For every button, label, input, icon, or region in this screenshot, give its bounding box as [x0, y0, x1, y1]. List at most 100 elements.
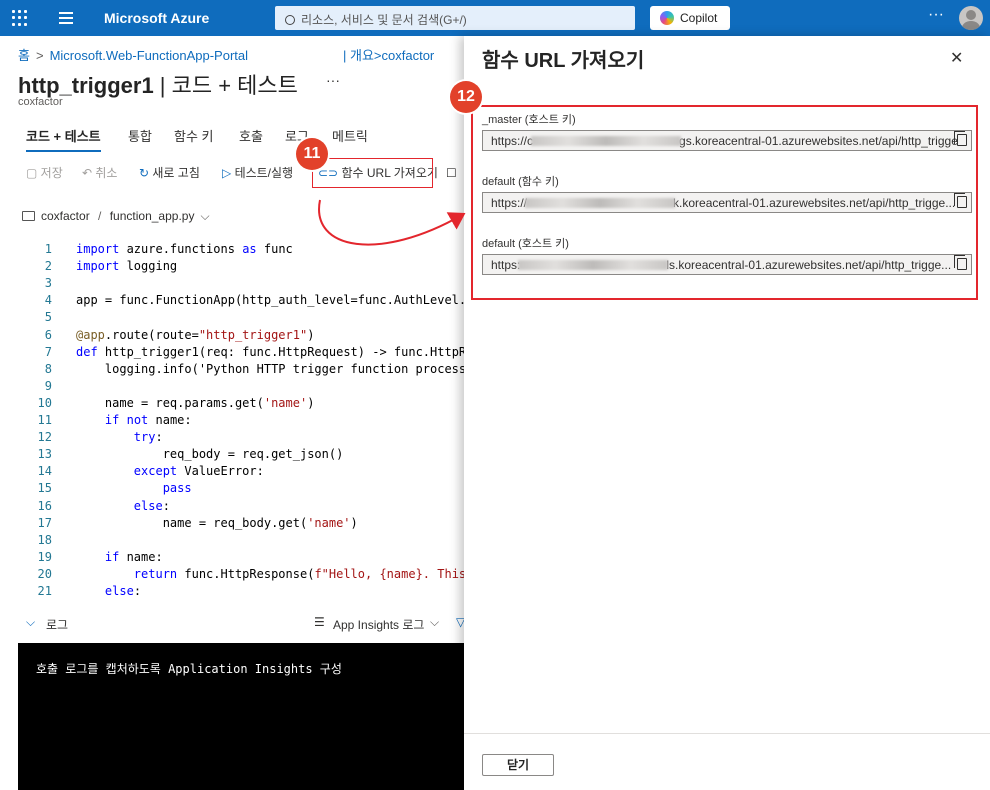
copy-icon[interactable]: [954, 131, 967, 146]
code-text: if name:: [104, 549, 163, 564]
line-number: 12: [37, 430, 52, 445]
tab-code-test[interactable]: 코드 + 테스트: [26, 126, 101, 152]
line-number: 15: [37, 481, 52, 496]
code-text: import logging: [76, 259, 178, 274]
more-options-icon[interactable]: ···: [928, 6, 944, 24]
code-line: 11 if not name:: [18, 413, 464, 430]
chevron-down-icon[interactable]: ⌵: [430, 615, 439, 630]
line-number: 16: [37, 498, 52, 513]
code-line: 14 except ValueError:: [18, 464, 464, 481]
line-number: 3: [44, 276, 52, 291]
chevron-down-icon[interactable]: ⌵: [200, 209, 209, 223]
file-path: coxfactor / function_app.py ⌵: [22, 209, 210, 224]
log-output: 호출 로그를 캡처하도록 Application Insights 구성: [18, 643, 464, 790]
tab-function-keys[interactable]: 함수 키: [174, 126, 214, 145]
line-number: 7: [44, 344, 52, 359]
more-options-icon[interactable]: ···: [326, 72, 340, 88]
refresh-icon: ↻: [139, 166, 153, 180]
code-text: else:: [104, 584, 142, 598]
code-text: try:: [133, 430, 163, 445]
code-line: 5: [18, 310, 464, 327]
file-selector[interactable]: function_app.py: [110, 209, 195, 223]
search-input[interactable]: 리소스, 서비스 및 문서 검색(G+/): [275, 6, 635, 30]
tab-invocation[interactable]: 호출: [239, 126, 263, 145]
copy-icon[interactable]: [954, 255, 967, 270]
code-text: name = req.params.get('name'): [76, 395, 315, 410]
code-line: 10 name = req.params.get('name'): [18, 396, 464, 413]
code-line: 15 pass: [18, 481, 464, 498]
save-button[interactable]: ▢ 저장: [26, 164, 63, 184]
line-number: 17: [37, 515, 52, 530]
url-field-default-host[interactable]: https: ls.koreacentral-01.azurewebsites.n…: [482, 254, 972, 275]
code-text: name = req_body.get('name'): [76, 515, 358, 530]
document-icon: ☰: [314, 615, 325, 629]
tab-integration[interactable]: 통합: [128, 126, 152, 145]
code-text: req_body = req.get_json(): [76, 447, 344, 462]
play-icon: ▷: [222, 166, 235, 180]
page-subtitle: coxfactor: [18, 96, 63, 108]
breadcrumb-home[interactable]: 홈: [18, 48, 30, 63]
close-button[interactable]: 닫기: [482, 754, 554, 776]
step-badge-12: 12: [450, 81, 482, 113]
code-text: else:: [133, 498, 170, 513]
close-icon[interactable]: ✕: [950, 48, 963, 68]
hamburger-menu-icon[interactable]: [59, 12, 73, 24]
breadcrumb-secondary: | 개요>coxfactor: [343, 45, 434, 64]
log-header: ⌵ 로그 ☰ App Insights 로그 ⌵ ▽: [18, 614, 465, 636]
step-badge-11: 11: [296, 138, 328, 170]
code-line: 17 name = req_body.get('name'): [18, 516, 464, 533]
breadcrumb-item[interactable]: coxfactor: [382, 48, 435, 63]
line-number: 6: [44, 327, 52, 342]
code-line: 13 req_body = req.get_json(): [18, 447, 464, 464]
breadcrumb-overview[interactable]: | 개요: [343, 48, 374, 63]
copy-icon[interactable]: [954, 193, 967, 208]
code-text: if not name:: [104, 413, 192, 427]
top-bar: Microsoft Azure 리소스, 서비스 및 문서 검색(G+/) Co…: [0, 0, 990, 36]
line-number: 11: [37, 413, 52, 427]
log-toggle[interactable]: 로그: [46, 616, 68, 633]
line-number: 19: [37, 549, 52, 564]
tab-metrics[interactable]: 메트릭: [332, 126, 368, 145]
folder-name[interactable]: coxfactor: [41, 209, 90, 223]
line-number: 2: [44, 259, 52, 274]
app-launcher-icon[interactable]: [12, 10, 28, 26]
code-text: logging.info('Python HTTP trigger functi…: [76, 361, 464, 376]
code-editor[interactable]: 1 import azure.functions as func 2 import l…: [18, 242, 464, 604]
refresh-button[interactable]: ↻ 새로 고침: [139, 164, 200, 184]
line-number: 13: [37, 447, 52, 462]
code-line: 4 app = func.FunctionApp(http_auth_level=…: [18, 293, 464, 310]
url-label-default-function: default (함수 키): [482, 176, 559, 188]
save-icon: ▢: [26, 166, 41, 180]
get-url-highlight: [312, 158, 433, 188]
copilot-button[interactable]: Copilot: [650, 6, 730, 30]
code-text: return func.HttpResponse(f"Hello, {name}…: [133, 566, 464, 581]
line-number: 14: [37, 464, 52, 479]
url-field-master[interactable]: https://c gs.koreacentral-01.azurewebsite…: [482, 130, 972, 151]
chevron-down-icon[interactable]: ⌵: [26, 615, 35, 630]
overflow-checkbox-icon[interactable]: ☐: [446, 164, 457, 184]
line-number: 21: [37, 584, 52, 598]
avatar[interactable]: [959, 6, 983, 30]
brand-title[interactable]: Microsoft Azure: [104, 10, 209, 26]
chevron-right-icon: >: [35, 48, 44, 63]
function-url-panel: 함수 URL 가져오기 ✕ _master (호스트 키) https://c g…: [464, 36, 990, 790]
app-insights-dropdown[interactable]: App Insights 로그: [333, 616, 424, 633]
breadcrumb-item[interactable]: Microsoft.Web-FunctionApp-Portal: [50, 48, 248, 63]
undo-button[interactable]: ↶ 취소: [82, 164, 117, 184]
code-line: 3: [18, 276, 464, 293]
line-number: 4: [44, 293, 52, 308]
line-number: 9: [44, 378, 52, 393]
code-text: @app.route(route="http_trigger1"): [76, 327, 315, 342]
breadcrumb: 홈 > Microsoft.Web-FunctionApp-Portal: [18, 45, 248, 64]
log-message: 호출 로그를 캡처하도록 Application Insights 구성: [36, 662, 342, 676]
code-line: 18: [18, 533, 464, 550]
code-text: pass: [162, 481, 192, 496]
copilot-icon: [660, 11, 674, 25]
code-line: 7 def http_trigger1(req: func.HttpRequest…: [18, 345, 464, 362]
code-line: 21 else:: [18, 584, 464, 601]
panel-title: 함수 URL 가져오기: [482, 50, 645, 72]
test-run-button[interactable]: ▷ 테스트/실행: [222, 164, 293, 184]
line-number: 10: [37, 395, 52, 410]
url-field-default-function[interactable]: https://k.koreacentral-01.azurewebsites.…: [482, 192, 972, 213]
code-line: 16 else:: [18, 499, 464, 516]
